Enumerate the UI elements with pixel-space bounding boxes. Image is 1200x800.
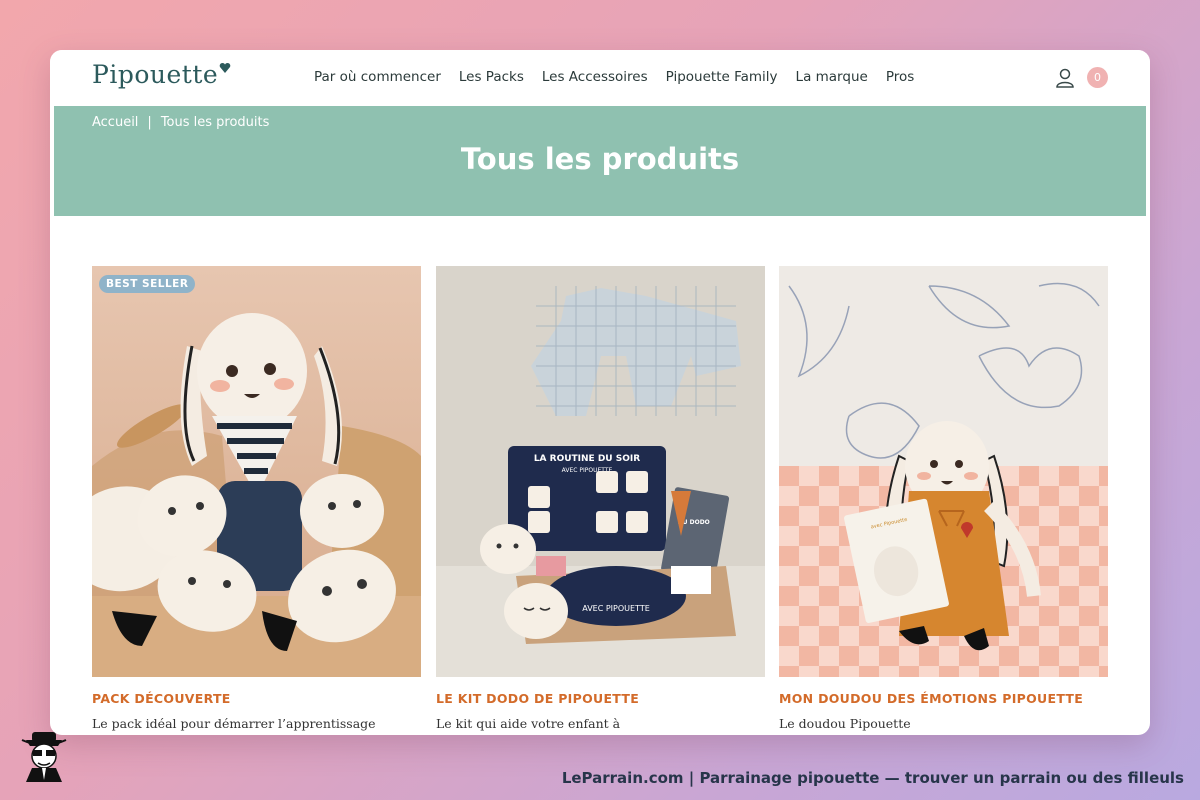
product-name[interactable]: PACK DÉCOUVERTE [92,691,421,706]
nav-item-la-marque[interactable]: La marque [796,69,868,85]
product-name[interactable]: LE KIT DODO DE PIPOUETTE [436,691,765,706]
logo[interactable]: Pipouette [92,60,231,89]
box-title: LA ROUTINE DU SOIR [534,454,640,464]
browser-window: Pipouette Par où commencer Les Packs Les… [50,50,1150,735]
hero-banner: Accueil | Tous les produits Tous les produ… [54,106,1146,216]
mascot-icon[interactable] [18,730,70,782]
breadcrumb-current: Tous les produits [160,115,270,130]
best-seller-badge: BEST SELLER [99,275,196,293]
tray-text: AVEC PIPOUETTE [582,604,650,613]
main-nav: Par où commencer Les Packs Les Accessoir… [314,69,914,85]
footer-caption: LeParrain.com | Parrainage pipouette — t… [561,769,1184,787]
logo-text: Pipouette [92,60,219,89]
product-image[interactable]: LA ROUTINE DU SOIR AVEC PIPOUETTE AU DOD… [436,266,765,677]
product-image[interactable]: BEST SELLER [92,266,421,677]
user-icon[interactable] [1054,67,1076,89]
cart-count: 0 [1094,71,1101,84]
nav-item-pipouette-family[interactable]: Pipouette Family [666,69,778,85]
product-name[interactable]: MON DOUDOU DES ÉMOTIONS PIPOUETTE [779,691,1108,706]
breadcrumb: Accueil | Tous les produits [92,115,269,130]
product-card[interactable]: BEST SELLER PACK DÉCOUVERTE Le pack idéa… [92,266,421,734]
nav-item-les-accessoires[interactable]: Les Accessoires [542,69,648,85]
product-description: Le pack idéal pour démarrer l’apprentiss… [92,716,376,731]
nav-item-par-ou-commencer[interactable]: Par où commencer [314,69,441,85]
nav-item-les-packs[interactable]: Les Packs [459,69,524,85]
product-card[interactable]: LA ROUTINE DU SOIR AVEC PIPOUETTE AU DOD… [436,266,765,734]
kit-dodo-photo: LA ROUTINE DU SOIR AVEC PIPOUETTE AU DOD… [436,266,765,677]
heart-icon [219,62,231,73]
product-description: Le doudou Pipouette [779,716,911,731]
doudou-photo: avec Pipouette [779,266,1108,677]
site-header: Pipouette Par où commencer Les Packs Les… [50,50,1150,106]
cart-button[interactable]: 0 [1087,67,1108,88]
pack-decouverte-photo [92,266,421,677]
breadcrumb-home[interactable]: Accueil [92,115,138,130]
product-image[interactable]: avec Pipouette [779,266,1108,677]
product-card[interactable]: avec Pipouette MON DOUDOU DES ÉMOTIONS P… [779,266,1108,734]
page-title: Tous les produits [460,142,740,176]
product-description: Le kit qui aide votre enfant à [436,716,621,731]
nav-item-pros[interactable]: Pros [886,69,914,85]
breadcrumb-separator: | [147,115,152,130]
